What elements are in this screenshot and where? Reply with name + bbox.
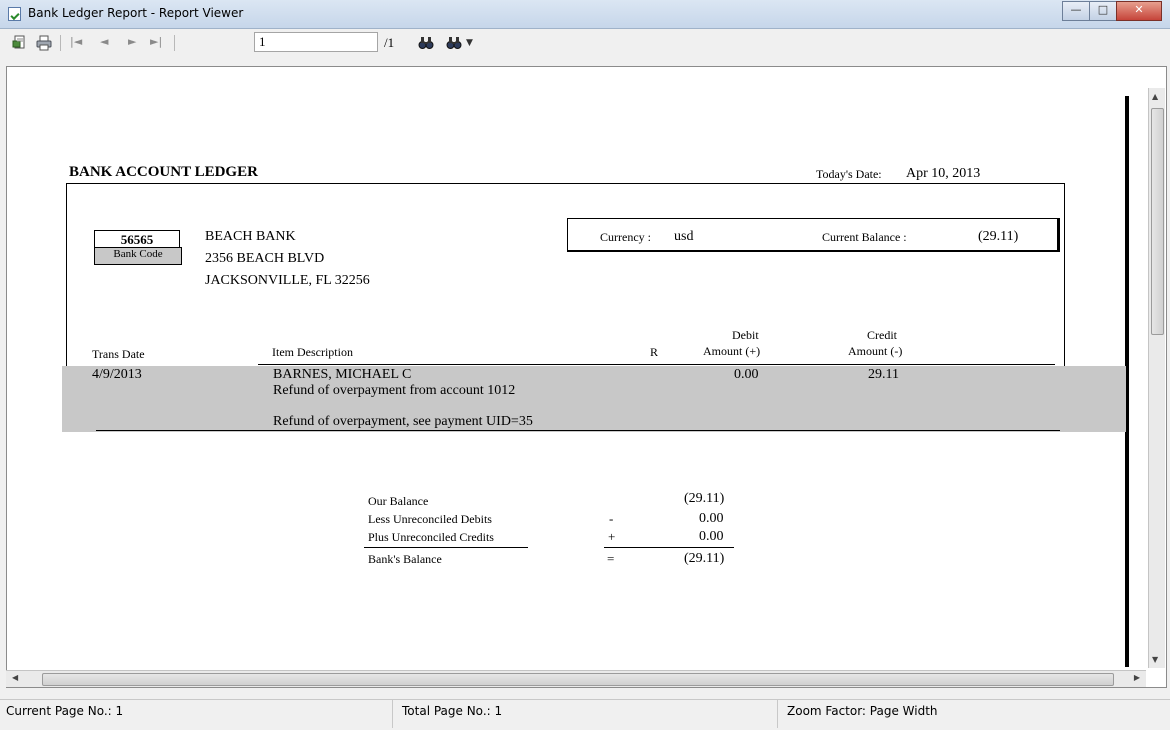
minimize-button[interactable]: —: [1062, 1, 1090, 21]
summary-underline-left: [364, 547, 528, 548]
bank-address-line1: 2356 BEACH BLVD: [205, 251, 325, 266]
first-page-icon[interactable]: |◄: [70, 35, 82, 48]
maximize-icon: □: [1097, 3, 1109, 16]
window-title: Bank Ledger Report - Report Viewer: [28, 6, 244, 20]
report-frame-top: [66, 183, 1065, 184]
window-controls: — □ ✕: [1062, 1, 1162, 21]
export-icon[interactable]: [12, 35, 28, 51]
row-description-1: Refund of overpayment from account 1012: [273, 383, 516, 398]
status-bar: Current Page No.: 1 Total Page No.: 1 Zo…: [0, 699, 1170, 730]
status-divider: [777, 700, 778, 728]
column-header-credit-line2: Amount (-): [848, 344, 903, 358]
report-app-icon: [8, 7, 21, 21]
column-header-r: R: [650, 345, 659, 359]
print-icon[interactable]: [36, 35, 52, 51]
table-row[interactable]: 4/9/2013 BARNES, MICHAEL C Refund of ove…: [62, 366, 1126, 432]
summary-plus-value: 0.00: [699, 529, 724, 544]
summary-plus-label: Plus Unreconciled Credits: [368, 530, 494, 544]
summary-bank-balance-op: =: [607, 551, 615, 566]
last-page-icon[interactable]: ►|: [150, 35, 162, 48]
report-heading: BANK ACCOUNT LEDGER: [69, 164, 258, 180]
row-underline: [96, 430, 1060, 431]
summary-our-balance-value: (29.11): [684, 491, 725, 506]
close-button[interactable]: ✕: [1116, 1, 1162, 21]
status-zoom-factor: Zoom Factor: Page Width: [787, 704, 938, 718]
todays-date-value: Apr 10, 2013: [906, 166, 981, 181]
row-description-2: Refund of overpayment, see payment UID=3…: [273, 414, 533, 429]
column-header-trans-date: Trans Date: [92, 347, 145, 361]
page-number-input[interactable]: [254, 32, 378, 52]
column-header-debit-line2: Amount (+): [703, 344, 761, 358]
todays-date-label: Today's Date:: [816, 167, 882, 181]
close-icon: ✕: [1134, 3, 1144, 16]
column-header-credit-line1: Credit: [867, 328, 897, 342]
current-balance-value: (29.11): [978, 229, 1019, 244]
column-header-item-description: Item Description: [272, 345, 353, 359]
maximize-button[interactable]: □: [1089, 1, 1117, 21]
toolbar-separator: [60, 35, 61, 51]
bank-name: BEACH BANK: [205, 229, 296, 244]
find-icon[interactable]: [418, 35, 434, 51]
row-debit-amount: 0.00: [734, 367, 759, 382]
scroll-down-icon[interactable]: ▼: [1152, 655, 1158, 664]
summary-underline-right: [604, 547, 734, 548]
bank-address-line2: JACKSONVILLE, FL 32256: [205, 273, 370, 288]
summary-plus-op: +: [608, 529, 616, 544]
row-trans-date: 4/9/2013: [92, 367, 142, 382]
bank-code-label: Bank Code: [113, 248, 163, 260]
scroll-up-icon[interactable]: ▲: [1152, 92, 1158, 101]
toolbar-separator: [174, 35, 175, 51]
title-bar: Bank Ledger Report - Report Viewer — □ ✕: [0, 0, 1170, 29]
currency-value: usd: [674, 229, 694, 244]
next-page-icon[interactable]: ►: [128, 35, 136, 48]
horizontal-scroll-thumb[interactable]: [42, 673, 1114, 686]
find-next-icon[interactable]: [446, 35, 462, 51]
row-name: BARNES, MICHAEL C: [273, 367, 412, 382]
summary-bank-balance-value: (29.11): [684, 551, 725, 566]
summary-bank-balance-label: Bank's Balance: [368, 552, 442, 566]
previous-page-icon[interactable]: ◄: [100, 35, 108, 48]
row-credit-amount: 29.11: [868, 367, 899, 382]
bank-code-label-bg: Bank Code: [94, 247, 182, 265]
toolbar: |◄ ◄ ► ►| ▼: [0, 29, 1170, 57]
summary-less-op: -: [609, 511, 614, 526]
column-header-debit-line1: Debit: [732, 328, 759, 342]
summary-less-value: 0.00: [699, 511, 724, 526]
vertical-scroll-thumb[interactable]: [1151, 108, 1164, 335]
status-current-page: Current Page No.: 1: [6, 704, 124, 718]
summary-our-balance-label: Our Balance: [368, 494, 429, 508]
page-total: /1: [384, 35, 395, 50]
header-underline: [258, 364, 1055, 365]
vertical-scrollbar[interactable]: ▲ ▼: [1148, 88, 1165, 668]
currency-balance-box: Currency : usd Current Balance : (29.11): [567, 218, 1060, 252]
bank-code-value: 56565: [120, 232, 154, 247]
scroll-left-icon[interactable]: ◀: [12, 673, 18, 682]
minimize-icon: —: [1070, 3, 1082, 16]
status-divider: [392, 700, 393, 728]
chevron-down-icon[interactable]: ▼: [466, 38, 473, 48]
current-balance-label: Current Balance :: [822, 230, 907, 244]
bank-code-box: 56565 Bank Code: [94, 230, 182, 265]
horizontal-scrollbar[interactable]: ◀ ▶: [6, 670, 1146, 687]
scroll-right-icon[interactable]: ▶: [1134, 673, 1140, 682]
status-total-pages: Total Page No.: 1: [402, 704, 503, 718]
summary-less-label: Less Unreconciled Debits: [368, 512, 492, 526]
currency-label: Currency :: [600, 230, 651, 244]
